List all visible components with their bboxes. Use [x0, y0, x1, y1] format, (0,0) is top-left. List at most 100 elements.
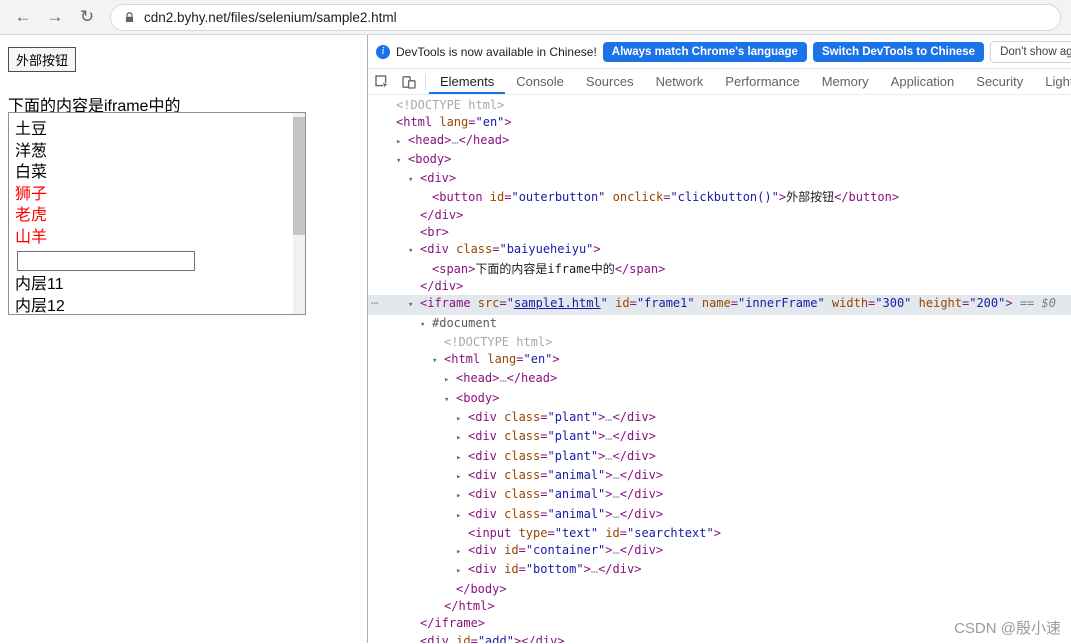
token-val: "baiyueheiyu" — [499, 242, 594, 257]
token-tag: </div> — [619, 467, 664, 482]
dom-tree-line[interactable]: </div> — [368, 207, 1071, 224]
tab-network[interactable]: Network — [645, 69, 715, 94]
token-tag: </div> — [521, 633, 565, 643]
dom-tree-line[interactable]: </body> — [368, 581, 1071, 598]
url-text: cdn2.byhy.net/files/selenium/sample2.htm… — [144, 9, 397, 25]
expand-arrow-down-icon[interactable]: ▾ — [420, 317, 432, 334]
dom-tree-line[interactable]: ▾ <html lang="en"> — [368, 351, 1071, 370]
token-attr: class — [504, 506, 541, 521]
tab-security[interactable]: Security — [965, 69, 1034, 94]
token-tag — [825, 296, 832, 310]
dom-tree-line[interactable]: ▾ <div class="baiyueheiyu"> — [368, 241, 1071, 260]
iframe-scrollbar[interactable] — [293, 113, 305, 314]
expand-arrow-right-icon[interactable]: ▸ — [396, 134, 408, 151]
dom-tree-line[interactable]: ▸ <div class="animal">…</div> — [368, 506, 1071, 525]
token-tag: = — [619, 525, 627, 540]
dom-tree-line[interactable]: ▸ <div id="container">…</div> — [368, 542, 1071, 561]
expand-arrow-down-icon[interactable]: ▾ — [408, 243, 420, 260]
expand-arrow-right-icon[interactable]: ▸ — [456, 508, 468, 525]
tab-application[interactable]: Application — [880, 69, 966, 94]
expand-arrow-right-icon[interactable]: ▸ — [456, 544, 468, 561]
device-toolbar-icon[interactable] — [395, 69, 422, 94]
main-area: 外部按钮 下面的内容是iframe中的 土豆 洋葱 白菜 狮子 老虎 山羊 内层11 内层1… — [0, 35, 1071, 643]
search-input[interactable] — [17, 251, 195, 271]
tab-sources[interactable]: Sources — [575, 69, 645, 94]
token-attr: id — [456, 633, 471, 643]
dom-tree-line[interactable]: ▸ <div class="animal">…</div> — [368, 467, 1071, 486]
token-val: "container" — [525, 543, 606, 558]
token-tag: </iframe> — [420, 616, 486, 631]
token-attr: id — [504, 562, 519, 577]
token-tag: > — [504, 115, 512, 130]
tab-lighthouse[interactable]: Lighthouse — [1034, 69, 1071, 94]
token-tag: </div> — [598, 562, 642, 577]
dom-tree-line[interactable]: ▸ <div class="animal">…</div> — [368, 486, 1071, 505]
expand-arrow-right-icon[interactable]: ▸ — [444, 372, 456, 389]
token-attr: lang — [439, 115, 469, 130]
dom-tree-line[interactable]: ▸ <head>…</head> — [368, 370, 1071, 389]
tab-console[interactable]: Console — [505, 69, 575, 94]
token-tag: = — [499, 296, 507, 311]
expand-arrow-right-icon[interactable]: ▸ — [456, 411, 468, 428]
dom-tree-line[interactable]: ▸ <div id="bottom">…</div> — [368, 561, 1071, 580]
dom-tree-line[interactable]: ▸ <div class="plant">…</div> — [368, 448, 1071, 467]
outer-button[interactable]: 外部按钮 — [8, 47, 77, 72]
refresh-button[interactable]: ↻ — [72, 3, 102, 31]
devtools-panel: i DevTools is now available in Chinese! … — [367, 35, 1071, 643]
token-tag: </div> — [612, 410, 656, 425]
dom-tree-line[interactable]: ▾ <div> — [368, 170, 1071, 189]
tabbar-separator — [425, 74, 426, 89]
expand-arrow-right-icon[interactable]: ▸ — [456, 488, 468, 505]
switch-to-chinese-button[interactable]: Switch DevTools to Chinese — [812, 41, 985, 62]
expand-arrow-right-icon[interactable]: ▸ — [456, 563, 468, 580]
dom-tree-line[interactable]: <span>下面的内容是iframe中的</span> — [368, 261, 1071, 278]
expand-arrow-down-icon[interactable]: ▾ — [432, 353, 444, 370]
tab-performance[interactable]: Performance — [714, 69, 810, 94]
dom-tree-line[interactable]: ▸ <div class="plant">…</div> — [368, 428, 1071, 447]
expand-arrow-right-icon[interactable]: ▸ — [456, 469, 468, 486]
tab-memory[interactable]: Memory — [811, 69, 880, 94]
iframe-list-item: 土豆 — [15, 121, 48, 138]
dom-tree-line[interactable]: <button id="outerbutton" onclick="clickb… — [368, 189, 1071, 206]
dom-tree-line[interactable]: <html lang="en"> — [368, 114, 1071, 131]
token-plain: 外部按钮 — [786, 190, 835, 205]
dom-tree-line[interactable]: <input type="text" id="searchtext"> — [368, 525, 1071, 542]
token-tag: = — [516, 352, 524, 367]
iframe-list-item: 白菜 — [15, 164, 48, 181]
expand-arrow-right-icon[interactable]: ▸ — [456, 430, 468, 447]
dont-show-again-button[interactable]: Don't show again — [990, 40, 1071, 63]
token-attr: width — [831, 296, 869, 311]
token-tag: = — [518, 543, 526, 558]
token-attr: class — [504, 467, 541, 482]
expand-arrow-right-icon[interactable]: ▸ — [456, 450, 468, 467]
expand-arrow-down-icon[interactable]: ▾ — [396, 153, 408, 170]
expand-arrow-down-icon[interactable]: ▾ — [408, 297, 420, 314]
token-val: "outerbutton" — [511, 190, 606, 205]
inspect-element-icon[interactable] — [368, 69, 395, 94]
match-language-button[interactable]: Always match Chrome's language — [602, 41, 807, 62]
dom-tree-line[interactable]: ▾ #document — [368, 315, 1071, 334]
address-bar[interactable]: cdn2.byhy.net/files/selenium/sample2.htm… — [110, 3, 1061, 31]
forward-button[interactable]: → — [40, 3, 70, 31]
expand-arrow-down-icon[interactable]: ▾ — [408, 172, 420, 189]
dom-tree-line[interactable]: <!DOCTYPE html> — [368, 334, 1071, 351]
expand-arrow-down-icon[interactable]: ▾ — [444, 392, 456, 409]
dom-tree-line[interactable]: <br> — [368, 224, 1071, 241]
tab-elements[interactable]: Elements — [429, 69, 506, 94]
dom-tree-line[interactable]: </html> — [368, 598, 1071, 615]
token-tag: </div> — [619, 543, 664, 558]
devtools-infobar: i DevTools is now available in Chinese! … — [368, 35, 1071, 69]
page-content: 外部按钮 下面的内容是iframe中的 土豆 洋葱 白菜 狮子 老虎 山羊 内层11 内层1… — [0, 35, 367, 643]
browser-toolbar: ← → ↻ cdn2.byhy.net/files/selenium/sampl… — [0, 0, 1071, 35]
token-marker: == $0 — [1019, 296, 1056, 311]
dom-tree-line-selected[interactable]: ⋯ ▾ <iframe src="sample1.html" id="frame1"… — [368, 295, 1071, 315]
back-button[interactable]: ← — [8, 3, 38, 31]
dom-tree-line[interactable]: ▾ <body> — [368, 390, 1071, 409]
token-tag: > — [1005, 296, 1013, 311]
dom-tree-line[interactable]: ▸ <head>…</head> — [368, 132, 1071, 151]
dom-tree-line[interactable]: <!DOCTYPE html> — [368, 97, 1071, 114]
dom-tree-line[interactable]: ▾ <body> — [368, 151, 1071, 170]
dom-tree-line[interactable]: ▸ <div class="plant">…</div> — [368, 409, 1071, 428]
scrollbar-thumb[interactable] — [293, 117, 305, 235]
dom-tree-line[interactable]: </div> — [368, 278, 1071, 295]
